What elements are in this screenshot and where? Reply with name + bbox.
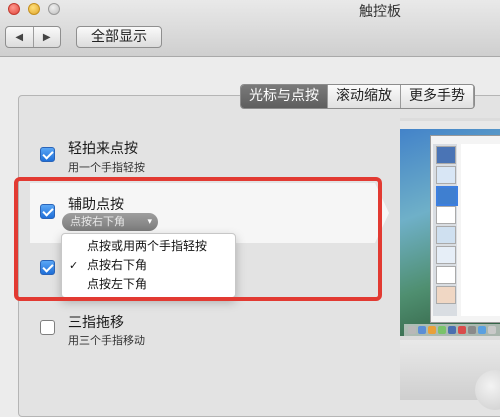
preview-trackpad — [400, 340, 500, 410]
dock-icon — [448, 326, 456, 334]
back-arrow-icon: ◀ — [15, 31, 24, 43]
preview-menubar — [400, 121, 500, 129]
dock-icon — [468, 326, 476, 334]
back-button[interactable]: ◀ — [6, 27, 34, 47]
tap-to-click-title: 轻拍来点按 — [68, 141, 138, 157]
slide-thumbnail — [436, 266, 456, 284]
tab-bar: 光标与点按 滚动缩放 更多手势 — [240, 84, 475, 109]
tab-more-gestures[interactable]: 更多手势 — [401, 85, 474, 108]
preview-dock — [404, 324, 500, 336]
dock-icon — [418, 326, 426, 334]
slide-thumbnail — [436, 226, 456, 244]
three-finger-drag-title: 三指拖移 — [68, 315, 124, 331]
dock-icon — [488, 326, 496, 334]
window-title: 触控板 — [0, 1, 500, 21]
dock-icon — [408, 326, 416, 334]
highlight-annotation-box — [14, 177, 382, 301]
dock-icon — [458, 326, 466, 334]
gesture-preview — [400, 118, 500, 410]
dock-icon — [478, 326, 486, 334]
three-finger-drag-checkbox[interactable] — [40, 320, 55, 335]
slide-thumbnail — [436, 166, 456, 184]
preview-app-window — [430, 135, 500, 323]
dock-icon — [438, 326, 446, 334]
window-title-text: 触控板 — [359, 4, 401, 20]
tab-point-and-click[interactable]: 光标与点按 — [241, 85, 328, 108]
dock-icon — [428, 326, 436, 334]
navigation-segment: ◀ ▶ — [5, 26, 61, 48]
preview-slide-thumbnails — [433, 144, 458, 316]
forward-arrow-icon: ▶ — [42, 31, 51, 43]
slide-thumbnail — [436, 246, 456, 264]
tap-to-click-subtitle: 用一个手指轻按 — [68, 161, 145, 174]
three-finger-drag-subtitle: 用三个手指移动 — [68, 334, 145, 347]
forward-button[interactable]: ▶ — [34, 27, 61, 47]
slide-thumbnail — [436, 146, 456, 164]
tab-scroll-and-zoom[interactable]: 滚动缩放 — [328, 85, 401, 108]
title-bar: 触控板 ◀ ▶ 全部显示 — [0, 0, 500, 57]
show-all-button[interactable]: 全部显示 — [76, 26, 162, 48]
tap-to-click-checkbox[interactable] — [40, 147, 55, 162]
preview-screen — [400, 121, 500, 336]
slide-thumbnail — [436, 186, 458, 206]
slide-thumbnail — [436, 206, 456, 224]
preview-slide-canvas — [461, 144, 500, 316]
slide-thumbnail — [436, 286, 456, 304]
